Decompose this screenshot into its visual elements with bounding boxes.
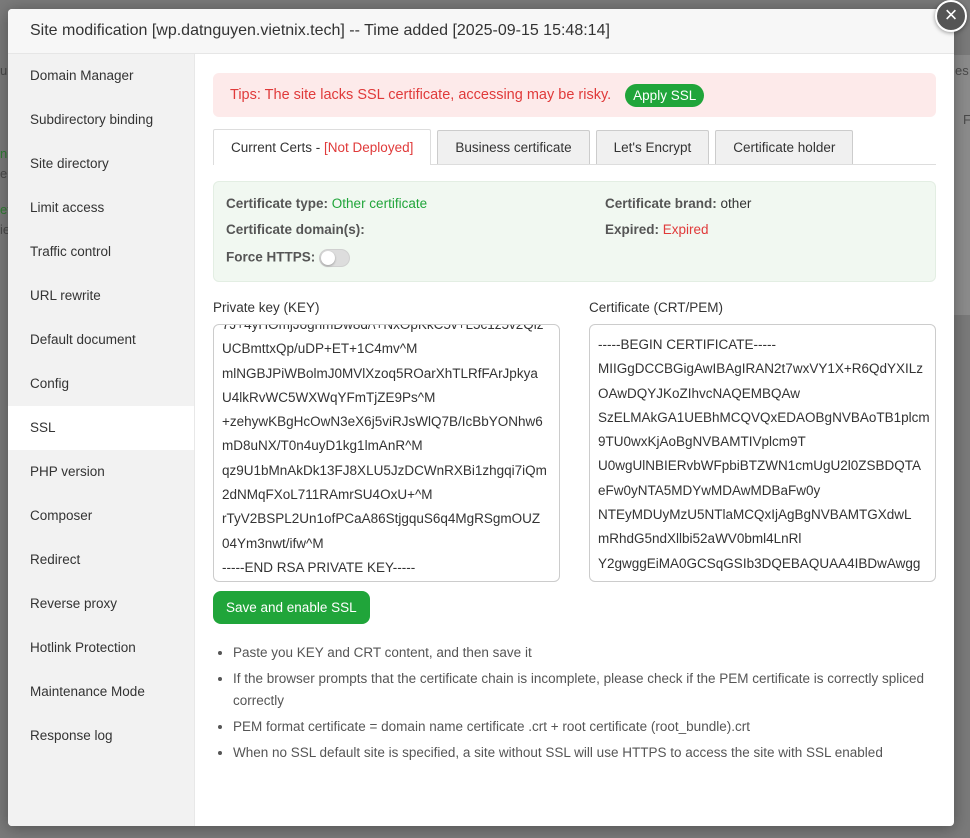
sidebar-item-composer[interactable]: Composer xyxy=(8,494,194,538)
cert-expired-row: Expired: Expired xyxy=(605,222,709,237)
save-and-enable-ssl-button[interactable]: Save and enable SSL xyxy=(213,591,370,624)
cert-type-label: Certificate type: xyxy=(226,196,329,211)
key-line: mlNGBJPiWBolmJ0MVlXzoq5ROarXhTLRfFArJpky… xyxy=(222,365,538,381)
key-line: +zehywKBgHcOwN3eX6j5viRJsWlQ7B/IcBbYONhw… xyxy=(222,414,543,430)
note-item: PEM format certificate = domain name cer… xyxy=(233,716,936,738)
cert-expired-label: Expired: xyxy=(605,222,660,237)
cert-line: mRhdG5ndXllbi52aWV0bml4LnRl xyxy=(598,531,802,547)
ssl-notes-list: Paste you KEY and CRT content, and then … xyxy=(213,642,936,764)
key-line: qz9U1bMnAkDk13FJ8XLU5JzDCWnRXBi1zhgqi7iQ… xyxy=(222,462,547,478)
background-page-edge xyxy=(954,55,970,315)
key-line: U4lkRvWC5WXWqYFmTjZE9Ps^M xyxy=(222,389,436,405)
sidebar-item-url-rewrite[interactable]: URL rewrite xyxy=(8,274,194,318)
key-line: rTyV2BSPL2Un1ofPCaA86StjgquS6q4MgRSgmOUZ xyxy=(222,511,541,527)
dialog-title: Site modification [wp.datnguyen.vietnix.… xyxy=(30,22,610,39)
private-key-textarea[interactable]: 7J+4yHOmjJognmDw8d/\+NxOpKkC5v+L5c1z5v2Q… xyxy=(213,324,560,582)
certificate-content: -----BEGIN CERTIFICATE----- MIIGgDCCBGig… xyxy=(598,333,931,576)
tab-certificate-holder[interactable]: Certificate holder xyxy=(715,130,854,164)
note-item: Paste you KEY and CRT content, and then … xyxy=(233,642,936,664)
cert-brand-value: other xyxy=(720,196,752,211)
force-https-label: Force HTTPS: xyxy=(226,249,316,265)
key-line: 04Ym3nwt/ifw^M xyxy=(222,535,324,551)
toggle-knob xyxy=(321,251,336,265)
sidebar-item-subdirectory-binding[interactable]: Subdirectory binding xyxy=(8,98,194,142)
cert-brand-row: Certificate brand: other xyxy=(605,196,751,211)
settings-sidebar: Domain Manager Subdirectory binding Site… xyxy=(8,54,195,826)
private-key-label: Private key (KEY) xyxy=(213,300,320,315)
sidebar-item-php-version[interactable]: PHP version xyxy=(8,450,194,494)
force-https-row: Force HTTPS: xyxy=(226,249,351,267)
sidebar-item-response-log[interactable]: Response log xyxy=(8,714,194,758)
note-item: If the browser prompts that the certific… xyxy=(233,668,936,712)
tab-lets-encrypt[interactable]: Let's Encrypt xyxy=(595,130,710,164)
tip-text: Tips: The site lacks SSL certificate, ac… xyxy=(230,87,612,103)
sidebar-item-hotlink-protection[interactable]: Hotlink Protection xyxy=(8,626,194,670)
sidebar-item-default-document[interactable]: Default document xyxy=(8,318,194,362)
sidebar-item-reverse-proxy[interactable]: Reverse proxy xyxy=(8,582,194,626)
tab-current-certs-label: Current Certs - xyxy=(231,140,325,155)
cert-type-value: Other certificate xyxy=(331,196,428,211)
sidebar-item-site-directory[interactable]: Site directory xyxy=(8,142,194,186)
key-line: mD8uNX/T0n4uyD1kg1lmAnR^M xyxy=(222,438,423,454)
key-line: 2dNMqFXoL711RAmrSU4OxU+^M xyxy=(222,487,433,503)
key-line: 7J+4yHOmjJognmDw8d/\+NxOpKkC5v+L5c1z5v2Q… xyxy=(222,324,544,332)
ssl-panel: Tips: The site lacks SSL certificate, ac… xyxy=(213,73,936,768)
sidebar-item-maintenance-mode[interactable]: Maintenance Mode xyxy=(8,670,194,714)
private-key-column: Private key (KEY) 7J+4yHOmjJognmDw8d/\+N… xyxy=(213,300,560,582)
dialog-header: Site modification [wp.datnguyen.vietnix.… xyxy=(8,9,954,54)
cert-line: Y2gwggEiMA0GCSqGSIb3DQEBAQUAA4IBDwAwgg xyxy=(598,555,921,571)
certificate-info-box: Certificate type: Other certificate Cert… xyxy=(213,181,936,282)
cert-expired-value: Expired xyxy=(662,222,709,237)
certificate-column: Certificate (CRT/PEM) -----BEGIN CERTIFI… xyxy=(589,300,936,582)
background-fragment: es xyxy=(955,63,969,78)
background-fragment: F xyxy=(963,112,970,127)
certificate-label: Certificate (CRT/PEM) xyxy=(589,300,724,315)
site-modification-dialog: Site modification [wp.datnguyen.vietnix.… xyxy=(8,9,954,826)
cert-line: MIIGgDCCBGigAwIBAgIRAN2t7wxVY1X+R6QdYXIL… xyxy=(598,361,924,377)
note-item: When no SSL default site is specified, a… xyxy=(233,742,936,764)
cert-domains-label: Certificate domain(s): xyxy=(226,222,365,237)
cert-line: SzELMAkGA1UEBhMCQVQxEDAOBgNVBAoTB1plcm xyxy=(598,409,930,425)
key-line: UCBmttxQp/uDP+ET+1C4mv^M xyxy=(222,341,418,357)
cert-line: eFw0yNTA5MDYwMDAwMDBaFw0y xyxy=(598,482,821,498)
sidebar-item-ssl[interactable]: SSL xyxy=(8,406,194,450)
cert-domains-row: Certificate domain(s): xyxy=(226,222,365,237)
tab-business-certificate[interactable]: Business certificate xyxy=(437,130,590,164)
not-deployed-status: [Not Deployed] xyxy=(324,140,414,155)
sidebar-item-config[interactable]: Config xyxy=(8,362,194,406)
private-key-content: 7J+4yHOmjJognmDw8d/\+NxOpKkC5v+L5c1z5v2Q… xyxy=(222,324,555,580)
close-icon[interactable]: × xyxy=(935,0,967,32)
cert-brand-label: Certificate brand: xyxy=(605,196,717,211)
sidebar-item-limit-access[interactable]: Limit access xyxy=(8,186,194,230)
ssl-warning-tip: Tips: The site lacks SSL certificate, ac… xyxy=(213,73,936,117)
key-cert-inputs: Private key (KEY) 7J+4yHOmjJognmDw8d/\+N… xyxy=(213,300,936,590)
tab-current-certs[interactable]: Current Certs - [Not Deployed] xyxy=(213,129,432,165)
cert-line: -----BEGIN CERTIFICATE----- xyxy=(598,337,776,352)
sidebar-item-traffic-control[interactable]: Traffic control xyxy=(8,230,194,274)
force-https-toggle[interactable] xyxy=(319,249,351,267)
sidebar-item-redirect[interactable]: Redirect xyxy=(8,538,194,582)
key-line: -----END RSA PRIVATE KEY----- xyxy=(222,559,416,575)
cert-tabs: Current Certs - [Not Deployed] Business … xyxy=(213,129,936,165)
cert-line: 9TU0wxKjAoBgNVBAMTIVplcm9T xyxy=(598,434,806,450)
cert-line: OAwDQYJKoZIhvcNAQEMBQAw xyxy=(598,385,801,401)
sidebar-item-domain-manager[interactable]: Domain Manager xyxy=(8,54,194,98)
apply-ssl-button[interactable]: Apply SSL xyxy=(625,83,705,107)
cert-type-row: Certificate type: Other certificate xyxy=(226,196,427,211)
cert-line: NTEyMDUyMzU5NTlaMCQxIjAgBgNVBAMTGXdwL xyxy=(598,507,912,523)
certificate-textarea[interactable]: -----BEGIN CERTIFICATE----- MIIGgDCCBGig… xyxy=(589,324,936,582)
cert-line: U0wgUlNBIERvbWFpbiBTZWN1cmUgU2l0ZSBDQTA xyxy=(598,458,922,474)
